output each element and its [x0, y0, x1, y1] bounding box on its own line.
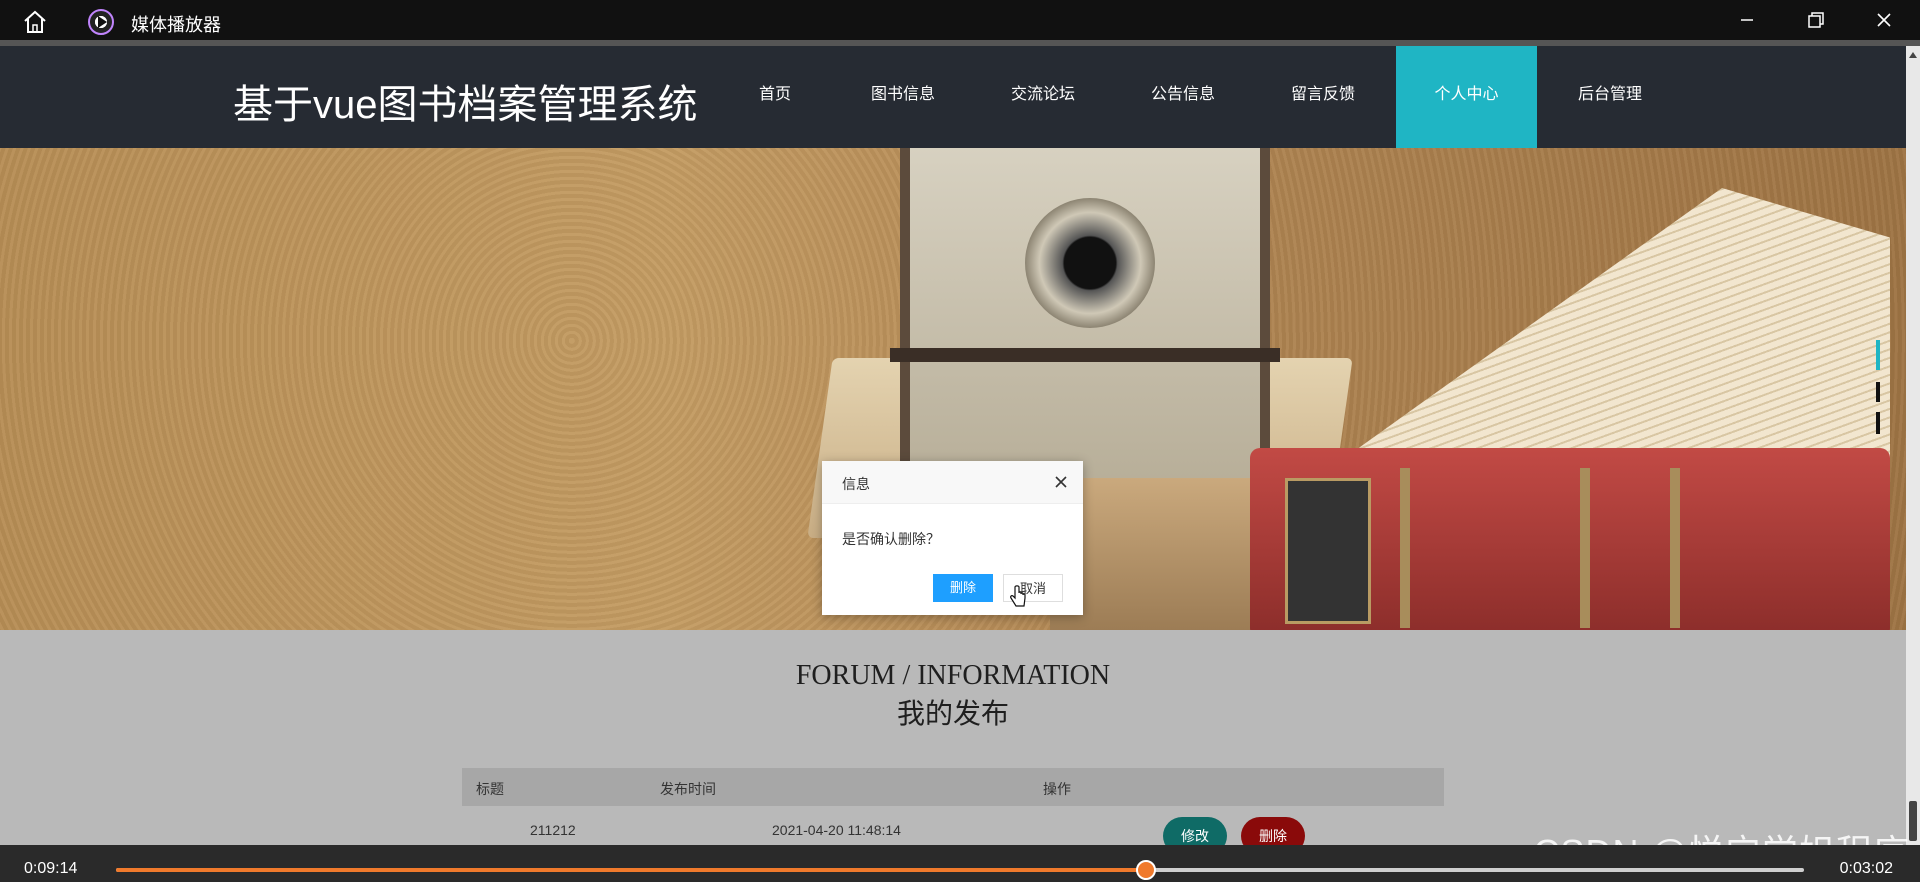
window-title: 媒体播放器 — [131, 15, 221, 35]
seek-thumb[interactable] — [1135, 860, 1156, 880]
book-band — [1400, 468, 1410, 628]
player-controls: 0:09:14 0:03:02 — [0, 845, 1920, 882]
banner-red-book — [1250, 448, 1890, 630]
page-scrollbar[interactable] — [1906, 46, 1920, 845]
row-title: 211212 — [530, 822, 576, 838]
confirm-dialog: 信息 是否确认删除？ 删除 取消 — [822, 461, 1083, 615]
table-header: 标题 发布时间 操作 — [462, 768, 1444, 806]
dialog-title: 信息 — [842, 476, 870, 492]
header-title: 标题 — [476, 781, 504, 797]
confirm-delete-button[interactable]: 删除 — [933, 574, 993, 602]
row-time: 2021-04-20 11:48:14 — [772, 822, 901, 838]
nav-item-feedback[interactable]: 留言反馈 — [1282, 46, 1364, 148]
restore-icon[interactable] — [1801, 8, 1829, 32]
header-time: 发布时间 — [660, 781, 716, 797]
media-player-icon — [88, 9, 114, 35]
home-icon[interactable] — [22, 10, 48, 34]
nav-item-admin[interactable]: 后台管理 — [1568, 46, 1652, 148]
scrollbar-thumb[interactable] — [1909, 801, 1917, 841]
section-title-en: FORUM / INFORMATION — [795, 660, 1111, 691]
side-indicator-icon — [1876, 340, 1880, 434]
book-spine-label — [1285, 478, 1371, 624]
dialog-header: 信息 — [822, 461, 1083, 504]
scroll-up-arrow-icon[interactable] — [1909, 52, 1917, 58]
nav-item-books[interactable]: 图书信息 — [862, 46, 944, 148]
banner-book-pages-side — [1050, 478, 1280, 630]
my-posts-section: FORUM / INFORMATION 我的发布 标题 发布时间 操作 2112… — [0, 630, 1906, 855]
book-band — [1580, 468, 1590, 628]
seek-bar-progress — [116, 868, 1146, 872]
nav-item-notices[interactable]: 公告信息 — [1142, 46, 1224, 148]
minimize-icon[interactable] — [1733, 8, 1761, 32]
dialog-message: 是否确认删除？ — [842, 531, 940, 547]
banner-camera — [890, 148, 1280, 488]
book-band — [1670, 468, 1680, 628]
section-title-cn: 我的发布 — [896, 699, 1009, 730]
header-actions: 操作 — [1043, 781, 1071, 797]
nav-item-forum[interactable]: 交流论坛 — [1002, 46, 1084, 148]
hand-cursor-icon — [1010, 585, 1026, 607]
camera-strip — [890, 348, 1280, 362]
close-icon[interactable] — [1870, 8, 1898, 32]
nav-item-personal-center[interactable]: 个人中心 — [1396, 46, 1537, 148]
window-titlebar: 媒体播放器 — [0, 0, 1920, 40]
close-icon[interactable] — [1053, 474, 1069, 490]
seek-bar[interactable] — [116, 868, 1804, 872]
camera-lens — [1025, 198, 1155, 328]
remaining-time: 0:03:02 — [1839, 860, 1893, 877]
elapsed-time: 0:09:14 — [24, 860, 78, 877]
site-title: 基于vue图书档案管理系统 — [233, 83, 698, 127]
nav-item-home[interactable]: 首页 — [738, 46, 812, 148]
site-navbar: 基于vue图书档案管理系统 首页 图书信息 交流论坛 公告信息 留言反馈 个人中… — [0, 46, 1906, 148]
